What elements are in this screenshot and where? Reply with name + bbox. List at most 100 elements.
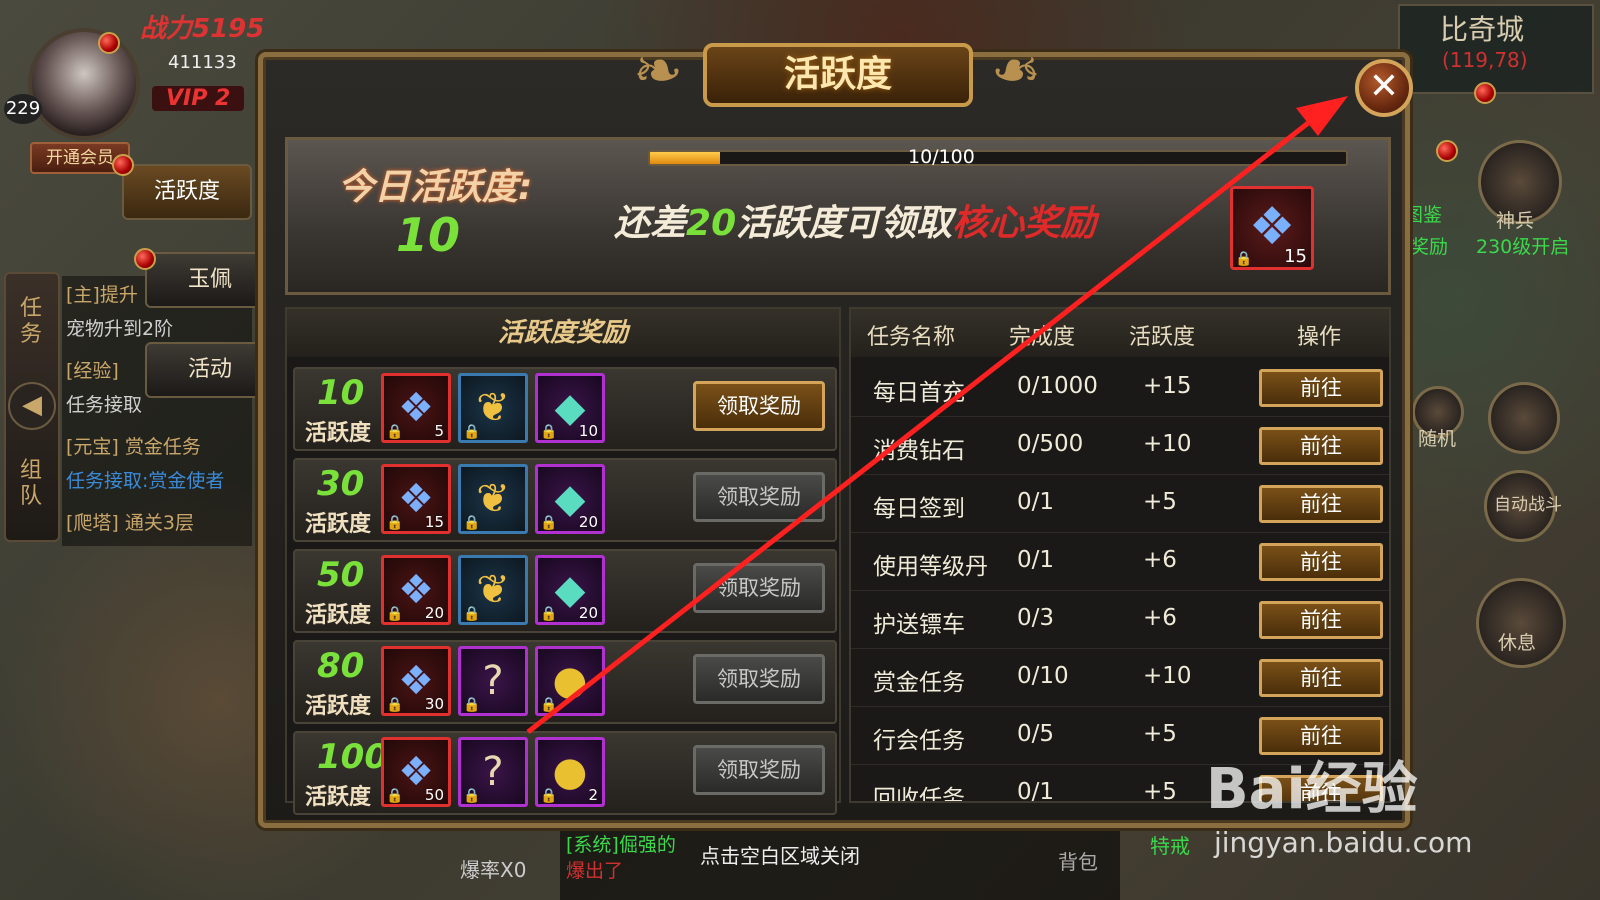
reward-item[interactable]: ◆ 🔒 10 <box>535 373 605 443</box>
quest-line[interactable]: [爬塔] 通关3层 <box>66 508 194 535</box>
reward-threshold-unit: 活跃度 <box>305 785 372 810</box>
reward-item[interactable]: ❖ 🔒 15 <box>381 464 451 534</box>
quest-line[interactable]: 任务接取:赏金使者 <box>66 466 224 493</box>
notification-dot <box>112 154 134 176</box>
remaining-message: 还差20活跃度可领取核心奖励 <box>614 194 1096 246</box>
map-name: 比奇城 <box>1440 13 1525 46</box>
lock-icon: 🔒 <box>463 424 481 440</box>
task-points: +5 <box>1143 779 1177 803</box>
column-header-points: 活跃度 <box>1129 325 1196 350</box>
reward-threshold-unit: 活跃度 <box>305 603 372 628</box>
table-row: 赏金任务 0/10 +10 前往 <box>851 649 1389 707</box>
rail-tab-tasks[interactable]: 任务 <box>20 296 44 348</box>
player-hp: 411133 <box>168 52 237 73</box>
dragon-ornament-icon: ❧ <box>632 36 684 106</box>
reward-item[interactable]: ● 🔒 2 <box>535 737 605 807</box>
lock-icon: 🔒 <box>540 697 558 713</box>
reward-item[interactable]: ? 🔒 <box>458 737 528 807</box>
task-table-header: 任务名称 完成度 活跃度 操作 <box>851 309 1389 357</box>
task-points: +10 <box>1143 663 1192 689</box>
task-points: +15 <box>1143 373 1192 399</box>
table-row: 每日签到 0/1 +5 前往 <box>851 475 1389 533</box>
item-count: 5 <box>434 422 444 440</box>
quest-line[interactable]: [主]提升 <box>66 280 138 307</box>
side-tab-events[interactable]: 活动 <box>145 342 275 398</box>
activity-dialog: ❧ ❧ 活跃度 ✕ 今日活跃度: 10 10/100 还差20活跃度可领取核心奖… <box>258 36 1413 828</box>
go-button[interactable]: 前往 <box>1259 659 1383 697</box>
item-count: 50 <box>424 786 444 804</box>
quest-line[interactable]: 宠物升到2阶 <box>66 314 173 341</box>
close-icon: ✕ <box>1368 66 1400 107</box>
core-reward-item[interactable]: ❖ 🔒 15 <box>1230 186 1314 270</box>
right-label-auto-battle: 自动战斗 <box>1494 495 1562 515</box>
table-row: 护送镖车 0/3 +6 前往 <box>851 591 1389 649</box>
vip-badge[interactable]: VIP 2 <box>152 86 245 111</box>
task-progress: 0/1 <box>1017 489 1055 515</box>
rewards-header: 活跃度奖励 <box>287 309 839 357</box>
reward-row: 10 活跃度 ❖ 🔒 5 ❦ 🔒 ◆ 🔒 10 领取奖励 <box>293 367 837 451</box>
close-hint[interactable]: 点击空白区域关闭 <box>700 840 860 869</box>
reward-item[interactable]: ❖ 🔒 5 <box>381 373 451 443</box>
item-count: 20 <box>578 513 598 531</box>
quest-line[interactable]: [元宝] 赏金任务 <box>66 432 201 459</box>
chat-message: 爆出了 <box>566 860 624 882</box>
collapse-arrow-icon[interactable]: ◀ <box>8 382 56 430</box>
reward-threshold: 30 <box>317 464 365 504</box>
notification-dot <box>98 32 120 54</box>
player-avatar[interactable] <box>28 28 140 140</box>
reward-threshold: 10 <box>317 373 365 413</box>
task-name: 行会任务 <box>873 728 965 754</box>
go-button[interactable]: 前往 <box>1259 543 1383 581</box>
reward-item[interactable]: ❦ 🔒 <box>458 464 528 534</box>
task-progress: 0/3 <box>1017 605 1055 631</box>
activity-rewards-panel: 活跃度奖励 10 活跃度 ❖ 🔒 5 ❦ 🔒 ◆ 🔒 10 领取奖励 30 活跃度 ❖ 🔒 15 ❦ 🔒 ◆ 🔒 20 领… <box>285 307 841 815</box>
task-list-panel: 任务名称 完成度 活跃度 操作 每日首充 0/1000 +15 前往 消费钻石 0/500… <box>849 307 1391 803</box>
task-progress: 0/1 <box>1017 547 1055 573</box>
go-button[interactable]: 前往 <box>1259 485 1383 523</box>
task-progress: 0/5 <box>1017 721 1055 747</box>
column-header-task-name: 任务名称 <box>867 325 956 350</box>
column-header-progress: 完成度 <box>1009 325 1076 350</box>
quest-line[interactable]: 任务接取 <box>66 390 142 417</box>
reward-item[interactable]: ❦ 🔒 <box>458 373 528 443</box>
side-tab-jade[interactable]: 玉佩 <box>145 252 275 308</box>
crossed-swords-icon[interactable] <box>1488 382 1560 454</box>
player-level: 229 <box>4 94 42 124</box>
close-button[interactable]: ✕ <box>1355 59 1413 117</box>
task-name: 赏金任务 <box>873 670 965 696</box>
reward-item[interactable]: ◆ 🔒 20 <box>535 555 605 625</box>
task-name: 使用等级丹 <box>873 554 988 580</box>
go-button[interactable]: 前往 <box>1259 427 1383 465</box>
reward-item[interactable]: ? 🔒 <box>458 646 528 716</box>
reward-item[interactable]: ❖ 🔒 30 <box>381 646 451 716</box>
go-button[interactable]: 前往 <box>1259 601 1383 639</box>
remaining-prefix: 还差 <box>614 203 687 244</box>
task-points: +10 <box>1143 431 1192 457</box>
task-name: 护送镖车 <box>873 612 965 638</box>
reward-threshold-unit: 活跃度 <box>305 421 372 446</box>
claim-reward-button[interactable]: 领取奖励 <box>693 472 825 522</box>
core-reward-label: 核心奖励 <box>952 203 1097 244</box>
reward-item[interactable]: ❖ 🔒 50 <box>381 737 451 807</box>
item-count: 15 <box>1284 246 1307 267</box>
claim-reward-button[interactable]: 领取奖励 <box>693 563 825 613</box>
reward-item[interactable]: ❖ 🔒 20 <box>381 555 451 625</box>
bag-button[interactable]: 背包 <box>1058 846 1098 875</box>
reward-item[interactable]: ◆ 🔒 20 <box>535 464 605 534</box>
activity-progress-bar <box>648 150 1348 166</box>
reward-item[interactable]: ❦ 🔒 <box>458 555 528 625</box>
watermark-brand: Bai经验 <box>1206 757 1418 822</box>
go-button[interactable]: 前往 <box>1259 369 1383 407</box>
column-header-action: 操作 <box>1297 325 1342 350</box>
claim-reward-button[interactable]: 领取奖励 <box>693 654 825 704</box>
claim-reward-button[interactable]: 领取奖励 <box>693 381 825 431</box>
chat-message: [系统]倔强的 <box>566 834 676 856</box>
item-count: 30 <box>424 695 444 713</box>
claim-reward-button[interactable]: 领取奖励 <box>693 745 825 795</box>
rail-tab-team[interactable]: 组队 <box>20 458 44 510</box>
side-tab-activity-points[interactable]: 活跃度 <box>122 164 252 220</box>
reward-item[interactable]: ● 🔒 <box>535 646 605 716</box>
item-count: 20 <box>424 604 444 622</box>
quest-line[interactable]: [经验] <box>66 356 119 383</box>
right-label-unlock-level: 230级开启 <box>1476 236 1570 258</box>
